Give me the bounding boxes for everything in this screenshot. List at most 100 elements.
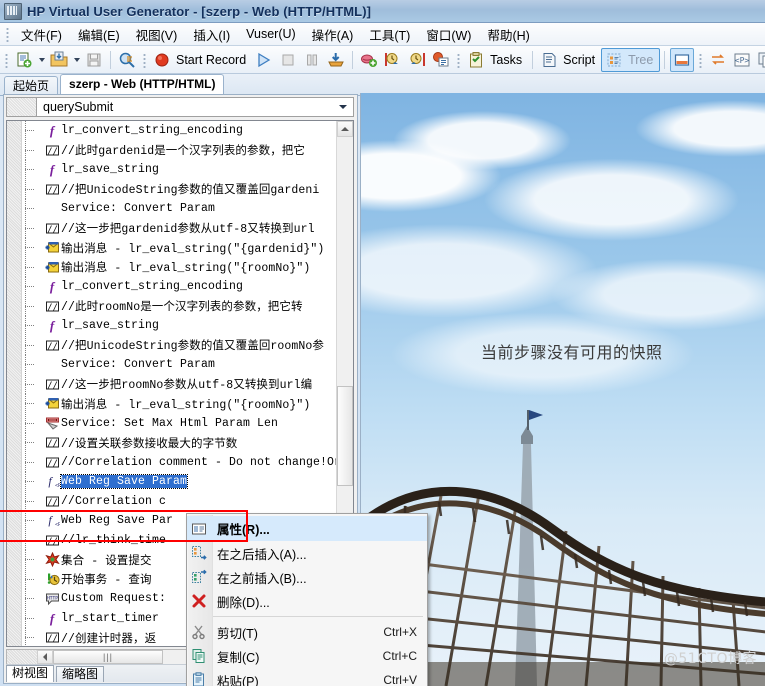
menu-window[interactable]: 窗口(W): [418, 23, 479, 46]
comment-icon: //: [44, 453, 61, 473]
tree-item[interactable]: ////Correlation c: [22, 491, 337, 512]
tree-item[interactable]: 输出消息 - lr_eval_string("{gardenid}"): [22, 238, 337, 258]
menu-file[interactable]: 文件(F): [13, 23, 70, 46]
message-icon: [44, 258, 61, 278]
compile-icon[interactable]: [325, 49, 347, 71]
tree-connector: [22, 608, 44, 629]
menu-actions[interactable]: 操作(A): [304, 23, 362, 46]
toolbar-grip-handle-2[interactable]: [141, 51, 148, 68]
tree-item[interactable]: ////设置关联参数接收最大的字节数: [22, 433, 337, 453]
tree-item-label: Web Reg Save Param: [59, 474, 189, 490]
tree-view-button[interactable]: Tree: [601, 47, 661, 72]
tree-item[interactable]: ////这一步把gardenid参数从utf-8又转换到url: [22, 218, 337, 239]
menu-help[interactable]: 帮助(H): [479, 23, 537, 46]
tree-item[interactable]: f<P>Web Reg Save Param: [22, 472, 337, 492]
tree-item-label: lr_save_string: [61, 163, 160, 177]
context-menu-item[interactable]: 粘贴(P) Ctrl+V: [187, 668, 427, 686]
tree-item[interactable]: f lr_save_string: [22, 316, 337, 336]
context-menu-item[interactable]: 复制(C) Ctrl+C: [187, 644, 427, 668]
next-step-icon[interactable]: [406, 49, 428, 71]
snapshot-message: 当前步骤没有可用的快照: [481, 343, 663, 362]
chevron-down-icon[interactable]: [335, 99, 351, 115]
open-script-dropdown-icon[interactable]: [71, 49, 82, 71]
tree-connector: [22, 355, 44, 375]
svg-text:f: f: [50, 162, 56, 177]
tree-item[interactable]: ////把UnicodeString参数的值又覆盖回roomNo参: [22, 335, 337, 356]
parameter-icon[interactable]: <P>: [731, 49, 753, 71]
tab-tree-view[interactable]: 树视图: [6, 665, 55, 682]
context-menu-item[interactable]: 删除(D)...: [187, 589, 427, 613]
start-record-button[interactable]: Start Record: [150, 49, 252, 71]
webreg-icon: f<P>: [44, 511, 61, 531]
script-view-button[interactable]: Script: [537, 49, 601, 71]
add-param-icon[interactable]: [358, 49, 380, 71]
tree-item-label: 输出消息 - lr_eval_string("{gardenid}"): [61, 242, 325, 256]
context-menu-item[interactable]: 在之前插入(B)...: [187, 565, 427, 589]
svg-text://: //: [47, 498, 58, 508]
new-script-icon[interactable]: [13, 49, 35, 71]
copy-view-icon[interactable]: [755, 49, 765, 71]
runtime-settings-icon[interactable]: [430, 49, 452, 71]
refresh-icon[interactable]: [707, 49, 729, 71]
tree-item[interactable]: f lr_convert_string_encoding: [22, 277, 337, 297]
context-menu-item-accelerator: Ctrl+C: [382, 649, 417, 663]
context-menu-item-label: 粘贴(P): [217, 674, 259, 686]
combo-left-gutter: [6, 97, 36, 117]
tree-item[interactable]: Service: Convert Param: [22, 355, 337, 375]
tree-item[interactable]: 输出消息 - lr_eval_string("{roomNo}"): [22, 257, 337, 278]
tree-item[interactable]: Service: Set Max Html Param Len: [22, 413, 337, 434]
new-script-dropdown-icon[interactable]: [36, 49, 47, 71]
tab-thumbnail-view[interactable]: 缩略图: [56, 666, 105, 682]
save-script-icon[interactable]: [83, 49, 105, 71]
vertical-scroll-thumb[interactable]: [337, 386, 353, 486]
tree-item[interactable]: f lr_save_string: [22, 160, 337, 180]
tree-item-label: //把UnicodeString参数的值又覆盖回gardeni: [61, 184, 320, 198]
tree-item-label: //创建计时器，返: [61, 632, 157, 646]
action-combobox[interactable]: querySubmit: [36, 97, 354, 117]
toolbar-grip-handle-1[interactable]: [3, 51, 10, 68]
context-menu-item-label: 属性(R)...: [217, 523, 270, 537]
prev-step-icon[interactable]: [382, 49, 404, 71]
insert-after-icon: [187, 545, 211, 561]
tree-connector: [22, 628, 44, 646]
tree-item[interactable]: ////把UnicodeString参数的值又覆盖回gardeni: [22, 179, 337, 200]
open-script-icon[interactable]: [48, 49, 70, 71]
menu-insert[interactable]: 插入(I): [185, 23, 238, 46]
snapshot-pane-toggle-icon[interactable]: [670, 47, 695, 72]
context-menu-item[interactable]: 剪切(T) Ctrl+X: [187, 620, 427, 644]
toolbar-grip-handle-4[interactable]: [697, 51, 705, 68]
tree-item[interactable]: f lr_convert_string_encoding: [22, 121, 337, 141]
menu-view[interactable]: 视图(V): [128, 23, 186, 46]
tree-item[interactable]: ////Correlation comment - Do not change!…: [22, 452, 337, 473]
menu-tools[interactable]: 工具(T): [361, 23, 418, 46]
tree-connector: [22, 335, 44, 356]
scroll-up-icon[interactable]: [337, 121, 353, 137]
context-menu-item[interactable]: 属性(R)...: [187, 516, 427, 541]
tasks-button[interactable]: Tasks: [464, 49, 528, 71]
tree-item[interactable]: ////这一步把roomNo参数从utf-8又转换到url编: [22, 374, 337, 395]
tree-connector: [22, 550, 44, 570]
run-icon[interactable]: [253, 49, 275, 71]
hscroll-left-gutter: [7, 650, 37, 664]
pause-icon[interactable]: [301, 49, 323, 71]
tree-item[interactable]: Service: Convert Param: [22, 199, 337, 219]
menu-vuser[interactable]: Vuser(U): [238, 25, 304, 43]
application-window: HP Virtual User Generator - [szerp - Web…: [0, 0, 765, 686]
menu-separator: [213, 616, 423, 617]
toolbar-grip-handle-3[interactable]: [455, 51, 463, 68]
svg-text:f: f: [50, 123, 56, 138]
main-toolbar: Start Record Tasks Script Tree <P>: [0, 46, 765, 74]
tree-item-label: Service: Convert Param: [61, 202, 216, 216]
svg-text:f: f: [48, 474, 53, 488]
find-icon[interactable]: [116, 49, 138, 71]
horizontal-scroll-thumb[interactable]: |||: [53, 650, 163, 664]
stop-icon[interactable]: [277, 49, 299, 71]
menu-edit[interactable]: 编辑(E): [70, 23, 128, 46]
tree-item[interactable]: ////此时roomNo是一个汉字列表的参数，把它转: [22, 296, 337, 317]
comment-icon: //: [44, 492, 61, 512]
tree-item[interactable]: ////此时gardenid是一个汉字列表的参数，把它: [22, 140, 337, 161]
menu-grip-handle[interactable]: [4, 26, 11, 42]
scroll-left-icon[interactable]: [37, 650, 53, 664]
tree-item[interactable]: 输出消息 - lr_eval_string("{roomNo}"): [22, 394, 337, 414]
context-menu-item[interactable]: 在之后插入(A)...: [187, 541, 427, 565]
